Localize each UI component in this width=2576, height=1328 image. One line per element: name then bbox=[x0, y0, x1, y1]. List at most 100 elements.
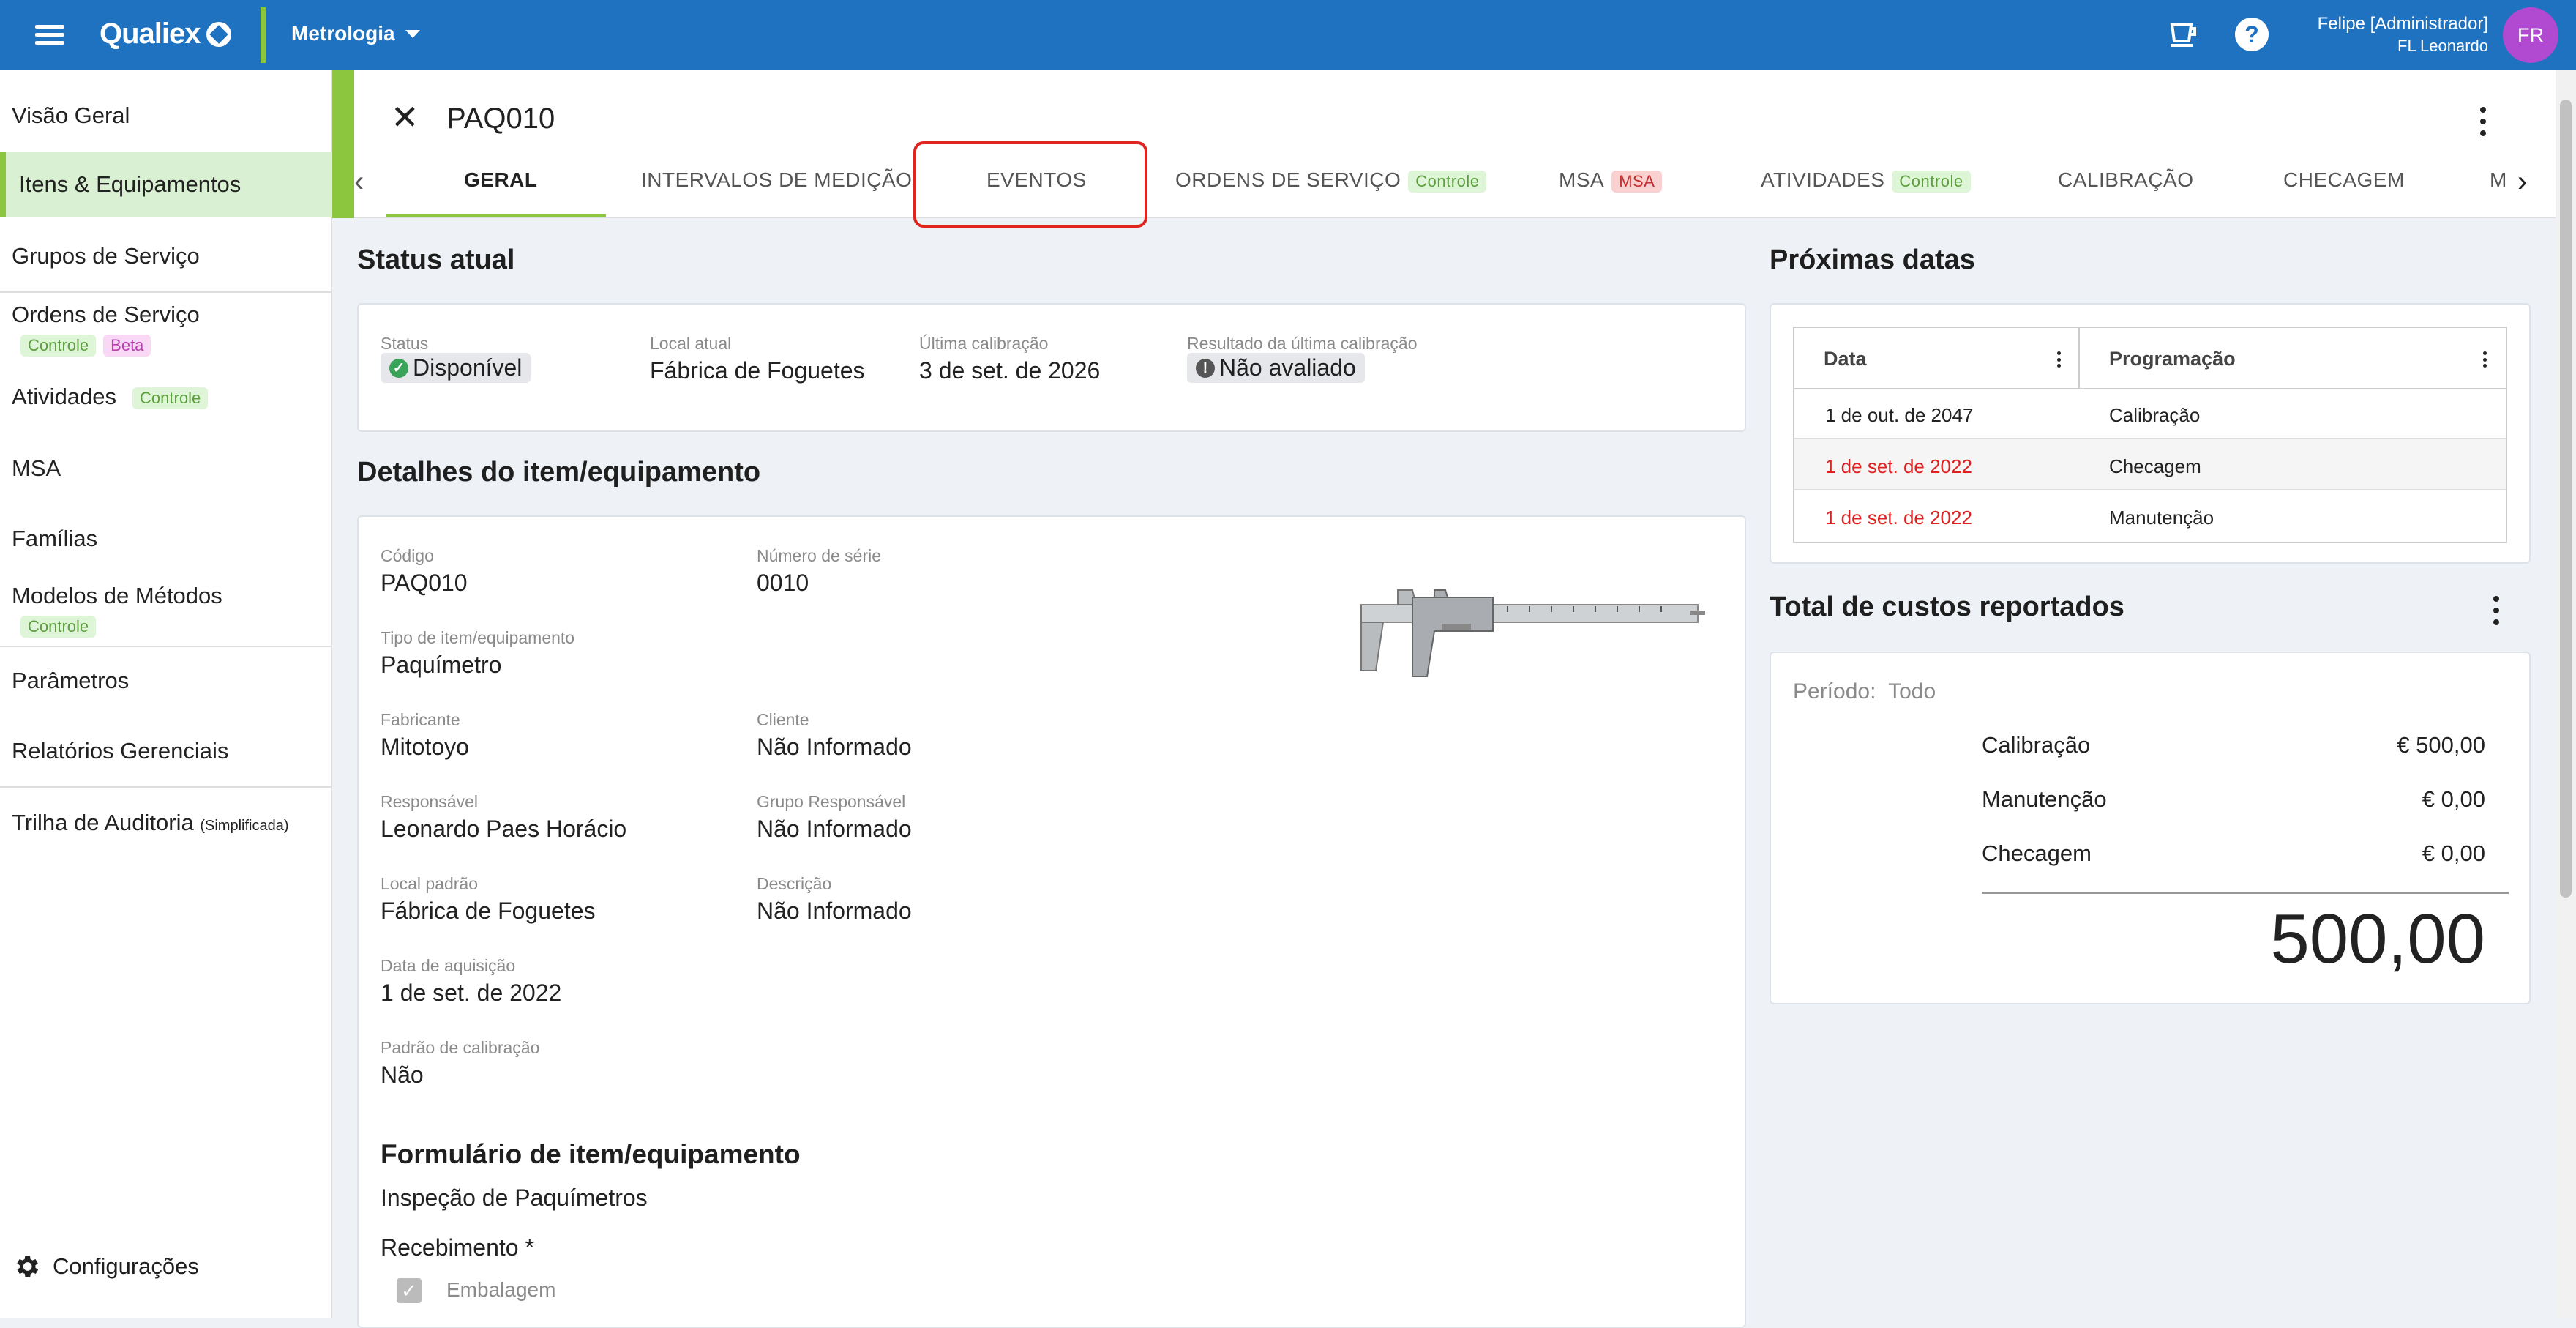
sidebar-item-ordens-servico[interactable]: Ordens de Serviço Controle Beta bbox=[0, 302, 332, 357]
local-label: Local atual bbox=[650, 334, 732, 353]
field-value: Não Informado bbox=[757, 734, 912, 760]
column-menu-icon[interactable] bbox=[2055, 351, 2062, 368]
sidebar-divider bbox=[0, 291, 332, 293]
sidebar-item-label: Trilha de Auditoria bbox=[12, 810, 194, 835]
column-header-programacao[interactable]: Programação bbox=[2080, 328, 2506, 389]
field-value: PAQ010 bbox=[381, 570, 468, 596]
field-label: Número de série bbox=[757, 546, 882, 565]
sidebar-item-relatorios[interactable]: Relatórios Gerenciais bbox=[0, 738, 332, 764]
field-value: Leonardo Paes Horácio bbox=[381, 816, 627, 842]
caliper-image bbox=[1360, 589, 1705, 677]
tab-intervalos-medicao[interactable]: INTERVALOS DE MEDIÇÃO bbox=[641, 168, 912, 192]
field-label: Data de aquisição bbox=[381, 956, 516, 975]
cost-label: Calibração bbox=[1982, 732, 2091, 758]
user-info[interactable]: Felipe [Administrador] FL Leonardo bbox=[2318, 13, 2488, 57]
tab-atividades[interactable]: ATIVIDADES Controle bbox=[1761, 168, 1971, 193]
sidebar-item-familias[interactable]: Famílias bbox=[0, 526, 332, 552]
status-badge: ✓ Disponível bbox=[381, 353, 531, 383]
sidebar-item-label: Modelos de Métodos bbox=[12, 583, 222, 608]
app-logo[interactable]: Qualiex bbox=[100, 18, 231, 51]
sidebar: Visão Geral Itens & Equipamentos Grupos … bbox=[0, 70, 332, 1318]
field-value: 0010 bbox=[757, 570, 809, 596]
form-section-title: Formulário de item/equipamento bbox=[381, 1139, 801, 1169]
sidebar-item-label: Ordens de Serviço bbox=[12, 302, 200, 327]
field-label: Cliente bbox=[757, 710, 809, 729]
form-subsection: Recebimento * bbox=[381, 1234, 534, 1261]
controle-badge: Controle bbox=[1892, 170, 1971, 193]
controle-badge: Controle bbox=[1408, 170, 1487, 193]
period-row: Período: Todo bbox=[1793, 679, 1936, 704]
status-label: Status bbox=[381, 334, 429, 353]
chevron-left-icon[interactable]: ‹ bbox=[354, 165, 364, 198]
date-cell-overdue: 1 de set. de 2022 bbox=[1825, 507, 1972, 529]
help-icon[interactable]: ? bbox=[2235, 18, 2269, 51]
chevron-right-icon[interactable]: › bbox=[2517, 165, 2527, 198]
sidebar-item-itens-equipamentos[interactable]: Itens & Equipamentos bbox=[0, 152, 332, 217]
field-value: Paquímetro bbox=[381, 652, 502, 678]
sidebar-item-grupos-servico[interactable]: Grupos de Serviço bbox=[0, 243, 332, 269]
user-company: FL Leonardo bbox=[2397, 37, 2488, 55]
more-options-icon[interactable] bbox=[2479, 107, 2487, 136]
total-value: 500,00 bbox=[2270, 900, 2485, 978]
tab-checagem[interactable]: CHECAGEM bbox=[2283, 168, 2405, 192]
cost-value: € 0,00 bbox=[2422, 840, 2485, 866]
tab-geral[interactable]: GERAL bbox=[464, 168, 538, 192]
field-label: Padrão de calibração bbox=[381, 1038, 540, 1057]
costs-menu-icon[interactable] bbox=[2493, 596, 2500, 625]
costs-card: Período: Todo Calibração € 500,00 Manute… bbox=[1770, 652, 2531, 1004]
period-value: Todo bbox=[1888, 679, 1936, 704]
beta-badge: Beta bbox=[103, 334, 151, 357]
schedule-cell: Manutenção bbox=[2109, 507, 2214, 529]
sidebar-item-atividades[interactable]: Atividades Controle bbox=[0, 384, 332, 410]
next-dates-title: Próximas datas bbox=[1770, 245, 1975, 275]
tab-label: ATIVIDADES bbox=[1761, 168, 1885, 191]
column-header-data[interactable]: Data bbox=[1794, 328, 2080, 389]
tab-truncated[interactable]: M bbox=[2490, 168, 2512, 192]
sidebar-item-label: Atividades bbox=[12, 384, 117, 409]
check-circle-icon: ✓ bbox=[389, 358, 408, 378]
date-cell-overdue: 1 de set. de 2022 bbox=[1825, 455, 1972, 477]
settings-button[interactable]: Configurações bbox=[12, 1252, 199, 1281]
module-selector[interactable]: Metrologia bbox=[291, 22, 420, 45]
status-card: Status ✓ Disponível Local atual Fábrica d… bbox=[357, 303, 1746, 432]
close-icon[interactable]: ✕ bbox=[391, 100, 419, 134]
result-value: Não avaliado bbox=[1219, 354, 1356, 381]
local-value: Fábrica de Foguetes bbox=[650, 357, 865, 384]
schedule-cell: Checagem bbox=[2109, 455, 2201, 477]
hamburger-menu-icon[interactable] bbox=[32, 20, 67, 50]
sidebar-item-msa[interactable]: MSA bbox=[0, 455, 332, 482]
page-scrollbar[interactable] bbox=[2556, 70, 2576, 1318]
tab-calibracao[interactable]: CALIBRAÇÃO bbox=[2058, 168, 2194, 192]
tab-msa[interactable]: MSA MSA bbox=[1559, 168, 1663, 193]
user-name: Felipe [Administrador] bbox=[2317, 14, 2488, 34]
avatar[interactable]: FR bbox=[2503, 7, 2558, 63]
field-value: Mitotoyo bbox=[381, 734, 469, 760]
result-label: Resultado da última calibração bbox=[1187, 334, 1418, 353]
total-divider bbox=[1982, 892, 2509, 894]
date-cell: 1 de out. de 2047 bbox=[1825, 404, 1974, 426]
cost-value: € 500,00 bbox=[2397, 732, 2485, 758]
field-label: Local padrão bbox=[381, 874, 478, 893]
msa-badge: MSA bbox=[1611, 170, 1663, 193]
controle-badge: Controle bbox=[20, 615, 97, 638]
field-value: 1 de set. de 2022 bbox=[381, 980, 562, 1006]
logo-mark-icon bbox=[206, 21, 231, 47]
item-header: ✕ PAQ010 ‹ GERAL INTERVALOS DE MEDIÇÃO E… bbox=[354, 70, 2556, 218]
sidebar-item-modelos-metodos[interactable]: Modelos de Métodos Controle bbox=[0, 583, 332, 638]
field-label: Descrição bbox=[757, 874, 832, 893]
sidebar-item-parametros[interactable]: Parâmetros bbox=[0, 668, 332, 694]
coffee-cup-icon[interactable] bbox=[2166, 18, 2200, 51]
module-label: Metrologia bbox=[291, 22, 395, 45]
tab-ordens-servico[interactable]: ORDENS DE SERVIÇO Controle bbox=[1175, 168, 1487, 193]
cost-label: Manutenção bbox=[1982, 786, 2107, 812]
sidebar-item-visao-geral[interactable]: Visão Geral bbox=[0, 102, 332, 129]
costs-title: Total de custos reportados bbox=[1770, 592, 2124, 622]
active-tab-indicator bbox=[386, 214, 606, 217]
column-menu-icon[interactable] bbox=[2481, 351, 2488, 368]
sidebar-item-trilha-auditoria[interactable]: Trilha de Auditoria (Simplificada) bbox=[0, 810, 332, 836]
checkbox-label: Embalagem bbox=[446, 1278, 556, 1301]
details-section-title: Detalhes do item/equipamento bbox=[357, 457, 761, 488]
scrollbar-thumb[interactable] bbox=[2560, 100, 2572, 898]
checkbox-icon[interactable]: ✓ bbox=[397, 1278, 422, 1303]
panel-accent-bar bbox=[332, 70, 354, 218]
